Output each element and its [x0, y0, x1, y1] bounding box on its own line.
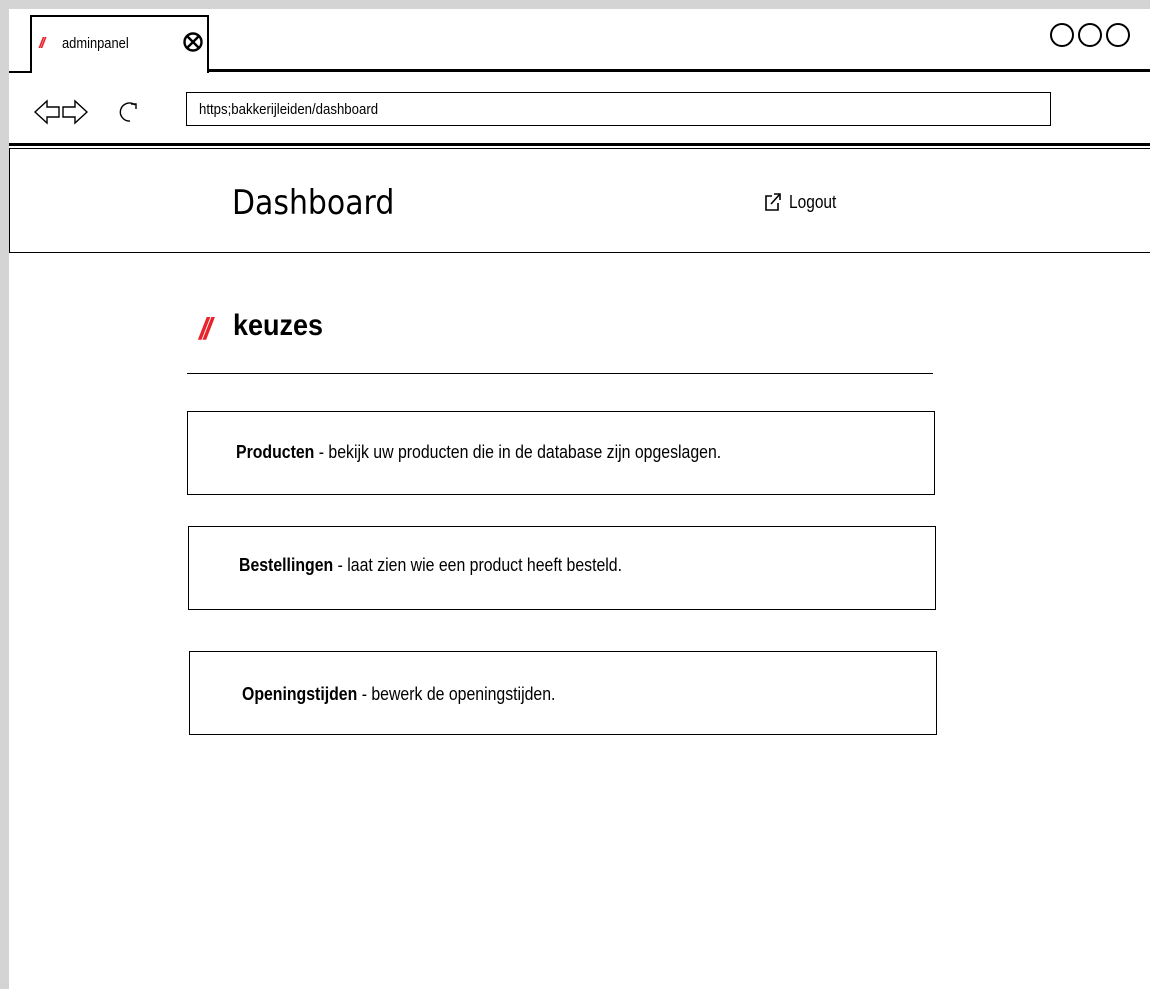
logout-button[interactable]: Logout: [763, 187, 844, 217]
minimize-window-icon[interactable]: [1050, 23, 1074, 47]
tab-title: adminpanel: [62, 35, 129, 52]
tab-strip: // adminpanel: [9, 9, 1150, 81]
toolbar-divider: [9, 143, 1150, 146]
card-producten[interactable]: Producten - bekijk uw producten die in d…: [187, 411, 935, 495]
card-title: Bestellingen: [239, 555, 334, 575]
card-title: Openingstijden: [242, 684, 358, 704]
card-description: - bewerk de openingstijden.: [357, 684, 556, 704]
card-bestellingen[interactable]: Bestellingen - laat zien wie een product…: [188, 526, 936, 610]
tab-strip-line: [207, 69, 1150, 72]
url-text: https;bakkerijleiden/dashboard: [199, 101, 379, 118]
card-description: - laat zien wie een product heeft bestel…: [333, 555, 623, 575]
page-title: Dashboard: [232, 183, 395, 223]
browser-window: // adminpanel https;bakkerijleiden/dashb…: [9, 9, 1150, 989]
external-link-icon: [763, 191, 783, 213]
window-controls: [1050, 23, 1140, 53]
browser-tab[interactable]: // adminpanel: [30, 15, 209, 73]
address-row: https;bakkerijleiden/dashboard: [9, 89, 1150, 139]
logout-label: Logout: [789, 191, 837, 212]
reload-icon[interactable]: [117, 99, 143, 125]
section-slashes: //: [199, 311, 212, 346]
forward-arrow-icon[interactable]: [61, 97, 89, 127]
card-text: Openingstijden - bewerk de openingstijde…: [242, 684, 555, 705]
card-text: Producten - bekijk uw producten die in d…: [236, 442, 721, 463]
card-description: - bekijk uw producten die in de database…: [314, 442, 722, 462]
card-title: Producten: [236, 442, 315, 462]
tab-logo-slashes: //: [39, 35, 46, 52]
page-header: Dashboard Logout: [9, 149, 1150, 253]
card-text: Bestellingen - laat zien wie een product…: [239, 555, 622, 576]
card-openingstijden[interactable]: Openingstijden - bewerk de openingstijde…: [189, 651, 937, 735]
close-window-icon[interactable]: [1106, 23, 1130, 47]
tab-strip-line: [9, 71, 31, 73]
back-arrow-icon[interactable]: [33, 97, 61, 127]
section-divider: [187, 373, 933, 374]
maximize-window-icon[interactable]: [1078, 23, 1102, 47]
address-bar[interactable]: https;bakkerijleiden/dashboard: [186, 92, 1051, 126]
close-tab-icon[interactable]: [182, 31, 204, 53]
section-title: keuzes: [233, 309, 324, 342]
